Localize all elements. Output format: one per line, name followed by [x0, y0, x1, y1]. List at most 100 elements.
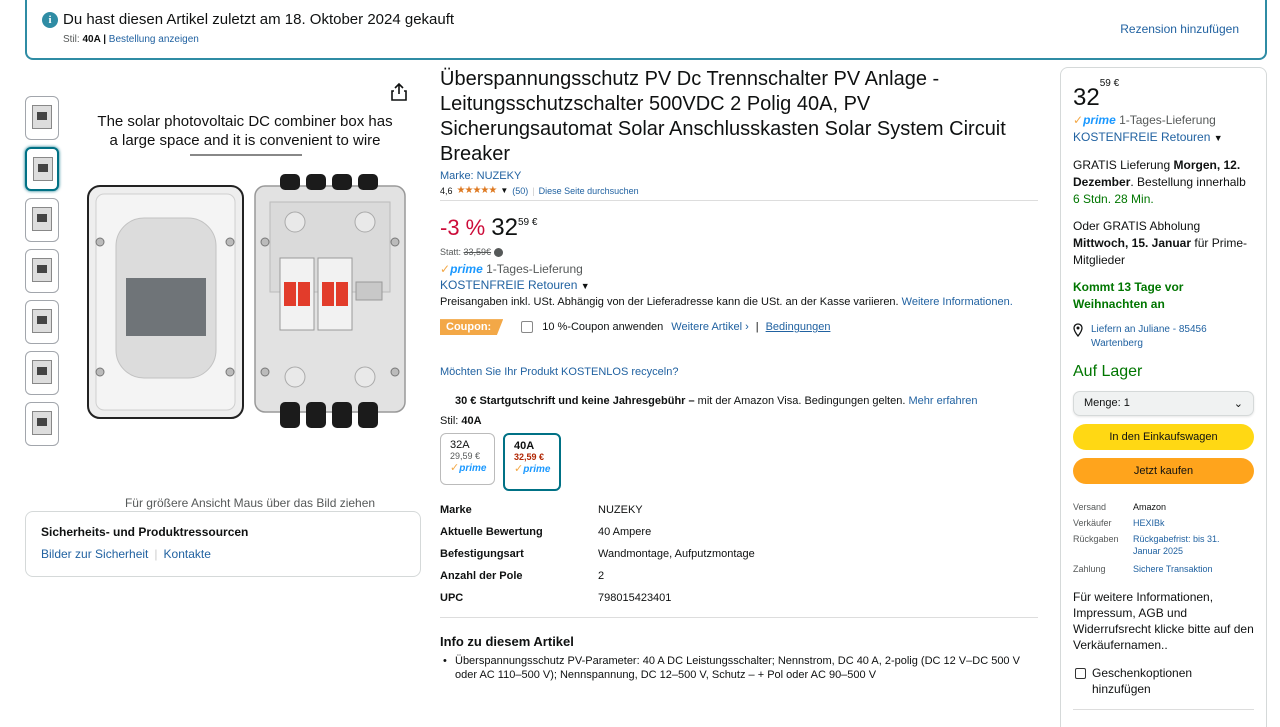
gift-checkbox[interactable]	[1075, 668, 1086, 679]
spec-value: NUZEKY	[598, 504, 643, 517]
visa-bold: 30 € Startgutschrift und keine Jahresgeb…	[455, 395, 695, 408]
chevron-down-icon: ▼	[580, 281, 590, 292]
star-rating[interactable]: ★★★★★	[457, 185, 498, 196]
secure-transaction-link[interactable]: Sichere Transaktion	[1133, 563, 1243, 575]
title-divider	[440, 200, 1038, 201]
contacts-link[interactable]: Kontakte	[164, 547, 211, 561]
variant-prime: prime	[459, 463, 487, 475]
learn-more-link[interactable]: Mehr erfahren	[908, 395, 977, 407]
spec-value: 798015423401	[598, 592, 672, 605]
seller-row-value: Amazon	[1133, 502, 1167, 512]
add-review-link[interactable]: Rezension hinzufügen	[1120, 22, 1239, 36]
banner-separator: |	[100, 34, 109, 45]
product-image[interactable]	[80, 82, 420, 482]
thumbnail-4[interactable]	[25, 249, 59, 293]
was-price-label: Statt:	[440, 247, 464, 257]
seller-info: Versand Amazon Verkäufer HEXIBk Rückgaben R…	[1073, 501, 1254, 575]
rating-count-link[interactable]: (50)	[512, 186, 528, 196]
safety-resources-box: Sicherheits- und Produktressourcen Bilde…	[25, 511, 421, 577]
price-fraction: 59 €	[517, 217, 538, 228]
discount-percent: -3 %	[440, 215, 486, 240]
view-order-link[interactable]: Bestellung anzeigen	[109, 34, 199, 45]
add-to-cart-button[interactable]: In den Einkaufswagen	[1073, 424, 1254, 450]
return-policy-link[interactable]: Rückgabefrist: bis 31. Januar 2025	[1133, 533, 1243, 557]
tax-text: Preisangaben inkl. USt. Abhängig von der…	[440, 296, 902, 309]
banner-style-value: 40A	[82, 34, 101, 45]
coupon-more-link[interactable]: Weitere Artikel ›	[671, 321, 748, 333]
product-details: Überspannungsschutz PV Dc Trennschalter …	[440, 67, 1040, 682]
delivery-info: GRATIS Lieferung Morgen, 12. Dezember. B…	[1073, 157, 1254, 208]
more-info-link[interactable]: Weitere Informationen.	[902, 296, 1013, 308]
variant-32a[interactable]: 32A 29,59 € ✓prime	[440, 433, 495, 486]
coupon-separator: |	[755, 321, 759, 334]
brand-link[interactable]: Marke: NUZEKY	[440, 170, 1040, 182]
spec-table: Marke NUZEKY Aktuelle Bewertung 40 Ampere …	[440, 504, 1040, 614]
safety-separator: |	[154, 547, 158, 561]
thumbnail-6[interactable]	[25, 351, 59, 395]
coupon-terms-link[interactable]: Bedingungen	[766, 321, 831, 333]
about-heading: Info zu diesem Artikel	[440, 634, 574, 650]
spec-row: Marke NUZEKY	[440, 504, 1040, 526]
specs-divider	[440, 617, 1038, 619]
recycle-link[interactable]: Möchten Sie Ihr Produkt KOSTENLOS recyce…	[440, 366, 1040, 378]
coupon-text[interactable]: 10 %-Coupon anwenden	[542, 321, 663, 333]
prime-check-icon: ✓	[440, 262, 451, 277]
prime-delivery: ✓prime 1-Tages-Lieferung	[440, 262, 1040, 276]
buybox-prime-delivery: ✓prime 1-Tages-Lieferung	[1073, 112, 1254, 129]
gift-option[interactable]: Geschenkoptionen hinzufügen	[1073, 665, 1254, 697]
thumbnail-1[interactable]	[25, 96, 59, 140]
banner-style-label: Stil:	[63, 34, 83, 45]
buy-box: 3259 € ✓prime 1-Tages-Lieferung KOSTENFR…	[1060, 67, 1267, 727]
thumbnail-7[interactable]	[25, 402, 59, 446]
spec-value: 2	[598, 570, 605, 583]
coupon-checkbox[interactable]	[521, 321, 534, 334]
buybox-prime-badge: prime	[1083, 113, 1116, 127]
safety-images-link[interactable]: Bilder zur Sicherheit	[41, 547, 148, 561]
rating-value: 4,6	[440, 185, 453, 196]
christmas-note: Kommt 13 Tage vor Weihnachten an	[1073, 280, 1184, 311]
free-returns-link[interactable]: KOSTENFREIE Retouren ▼	[440, 278, 1040, 292]
search-page-link[interactable]: Diese Seite durchsuchen	[539, 186, 639, 196]
buybox-price: 3259 €	[1073, 78, 1254, 112]
chevron-down-icon: ▼	[1213, 133, 1223, 143]
seller-name-link[interactable]: HEXIBk	[1133, 517, 1243, 529]
prime-check-icon: ✓	[450, 462, 460, 475]
quantity-select[interactable]: Menge: 1 ⌄	[1073, 391, 1254, 416]
free-returns-label: KOSTENFREIE Retouren	[440, 278, 578, 293]
thumbnail-2[interactable]	[25, 147, 59, 191]
buybox-returns-link[interactable]: KOSTENFREIE Retouren ▼	[1073, 129, 1254, 147]
tax-note: Preisangaben inkl. USt. Abhängig von der…	[440, 295, 1040, 310]
countdown: 6 Stdn. 28 Min.	[1073, 192, 1154, 206]
seller-row-key: Versand	[1073, 502, 1107, 512]
prime-check-icon: ✓	[514, 463, 524, 476]
delivery-pre: GRATIS Lieferung	[1073, 158, 1174, 172]
gift-label: Geschenkoptionen hinzufügen	[1092, 666, 1193, 696]
seller-row: Verkäufer HEXIBk	[1073, 517, 1254, 529]
delivery-text: 1-Tages-Lieferung	[482, 262, 583, 277]
info-icon[interactable]	[493, 248, 503, 258]
zoom-hint: Für größere Ansicht Maus über das Bild z…	[124, 496, 376, 510]
style-value: 40A	[461, 415, 482, 428]
thumbnail-5[interactable]	[25, 300, 59, 344]
safety-heading: Sicherheits- und Produktressourcen	[41, 525, 249, 539]
delivery-location-link[interactable]: Liefern an Juliane - 85456 Wartenberg	[1073, 323, 1254, 351]
was-price-row: Statt: 33,59€	[440, 247, 1040, 258]
style-label: Stil: 40A	[440, 415, 1040, 427]
buybox-returns-label: KOSTENFREIE Retouren	[1073, 130, 1211, 144]
variant-price: 32,59 €	[514, 452, 545, 463]
chevron-down-icon[interactable]: ▼	[500, 186, 508, 195]
visa-promo: 30 € Startgutschrift und keine Jahresgeb…	[455, 395, 1040, 407]
seller-row-key: Verkäufer	[1073, 518, 1112, 528]
visa-text: mit der Amazon Visa. Bedingungen gelten.	[694, 395, 909, 408]
style-label-text: Stil:	[440, 415, 462, 428]
spec-row: Befestigungsart Wandmontage, Aufputzmonta…	[440, 548, 1040, 570]
seller-row-key: Zahlung	[1073, 564, 1106, 574]
banner-subline: Stil: 40A | Bestellung anzeigen	[63, 34, 199, 45]
safety-links: Bilder zur Sicherheit | Kontakte	[41, 547, 405, 561]
product-title: Überspannungsschutz PV Dc Trennschalter …	[440, 68, 1006, 165]
price-whole: 32	[491, 214, 518, 241]
buy-now-button[interactable]: Jetzt kaufen	[1073, 458, 1254, 484]
variant-40a[interactable]: 40A 32,59 € ✓prime	[503, 433, 561, 492]
thumbnail-3[interactable]	[25, 198, 59, 242]
spec-value: Wandmontage, Aufputzmontage	[598, 548, 755, 561]
